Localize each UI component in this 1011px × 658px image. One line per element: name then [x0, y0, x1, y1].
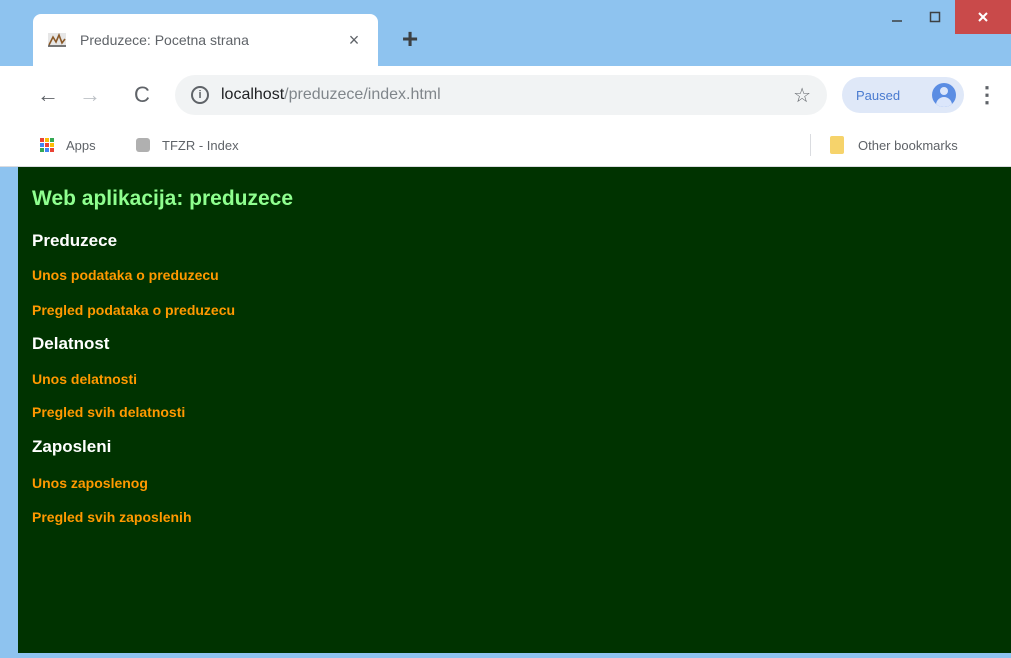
back-button[interactable]: ←	[33, 80, 63, 110]
url-text: localhost/preduzece/index.html	[221, 86, 441, 104]
bookmarks-divider	[810, 134, 811, 156]
bookmark-apps-label: Apps	[66, 137, 96, 153]
browser-tab[interactable]: Preduzece: Pocetna strana ×	[33, 14, 378, 66]
new-tab-button[interactable]: +	[397, 25, 423, 53]
bookmarks-bar: Apps TFZR - Index Other bookmarks	[0, 124, 1011, 167]
url-host: localhost	[221, 86, 285, 103]
bookmark-tfzr-label: TFZR - Index	[162, 137, 239, 153]
bookmark-tfzr[interactable]: TFZR - Index	[136, 134, 239, 156]
close-window-button[interactable]	[955, 0, 1011, 34]
tab-close-icon[interactable]: ×	[342, 28, 366, 52]
page-title: Web aplikacija: preduzece	[32, 187, 294, 210]
close-icon	[978, 12, 988, 22]
link-unos-delatnosti[interactable]: Unos delatnosti	[32, 371, 137, 387]
site-icon	[136, 138, 150, 152]
bookmark-other-label: Other bookmarks	[858, 137, 958, 153]
link-pregled-delatnosti[interactable]: Pregled svih delatnosti	[32, 404, 185, 420]
tab-strip: Preduzece: Pocetna strana × +	[0, 0, 1011, 66]
forward-button[interactable]: →	[75, 80, 105, 110]
link-pregled-zaposlenih[interactable]: Pregled svih zaposlenih	[32, 509, 192, 525]
section-heading-zaposleni: Zaposleni	[32, 437, 112, 456]
favicon-icon	[48, 33, 66, 47]
apps-grid-icon	[40, 138, 54, 152]
url-path: /preduzece/index.html	[284, 86, 441, 103]
address-bar[interactable]: i localhost/preduzece/index.html ☆	[175, 75, 827, 115]
link-unos-zaposlenog[interactable]: Unos zaposlenog	[32, 475, 148, 491]
section-heading-delatnost: Delatnost	[32, 334, 110, 353]
link-pregled-preduzeca[interactable]: Pregled podataka o preduzecu	[32, 302, 235, 318]
browser-toolbar: ← → C i localhost/preduzece/index.html ☆…	[0, 66, 1011, 124]
section-heading-preduzece: Preduzece	[32, 231, 118, 250]
link-unos-preduzeca[interactable]: Unos podataka o preduzecu	[32, 267, 219, 283]
tab-title: Preduzece: Pocetna strana	[80, 32, 249, 48]
avatar-icon	[932, 83, 956, 107]
minimize-button[interactable]	[878, 0, 916, 34]
profile-label: Paused	[856, 87, 901, 103]
window-bottom-frame	[0, 653, 1011, 658]
folder-icon	[830, 136, 844, 154]
reload-button[interactable]: C	[127, 80, 157, 110]
maximize-icon	[929, 11, 941, 23]
bookmark-apps[interactable]: Apps	[40, 134, 96, 156]
minimize-icon	[892, 20, 902, 22]
menu-icon[interactable]: ⋮	[976, 82, 998, 108]
browser-window: Preduzece: Pocetna strana × + ← → C i lo…	[0, 0, 1011, 658]
info-icon[interactable]: i	[191, 86, 209, 104]
profile-button[interactable]: Paused	[842, 77, 964, 113]
bookmark-other[interactable]: Other bookmarks	[830, 134, 958, 156]
maximize-button[interactable]	[916, 0, 954, 34]
bookmark-star-icon[interactable]: ☆	[793, 83, 811, 108]
page-content: Web aplikacija: preduzece Preduzece Unos…	[18, 167, 1011, 653]
